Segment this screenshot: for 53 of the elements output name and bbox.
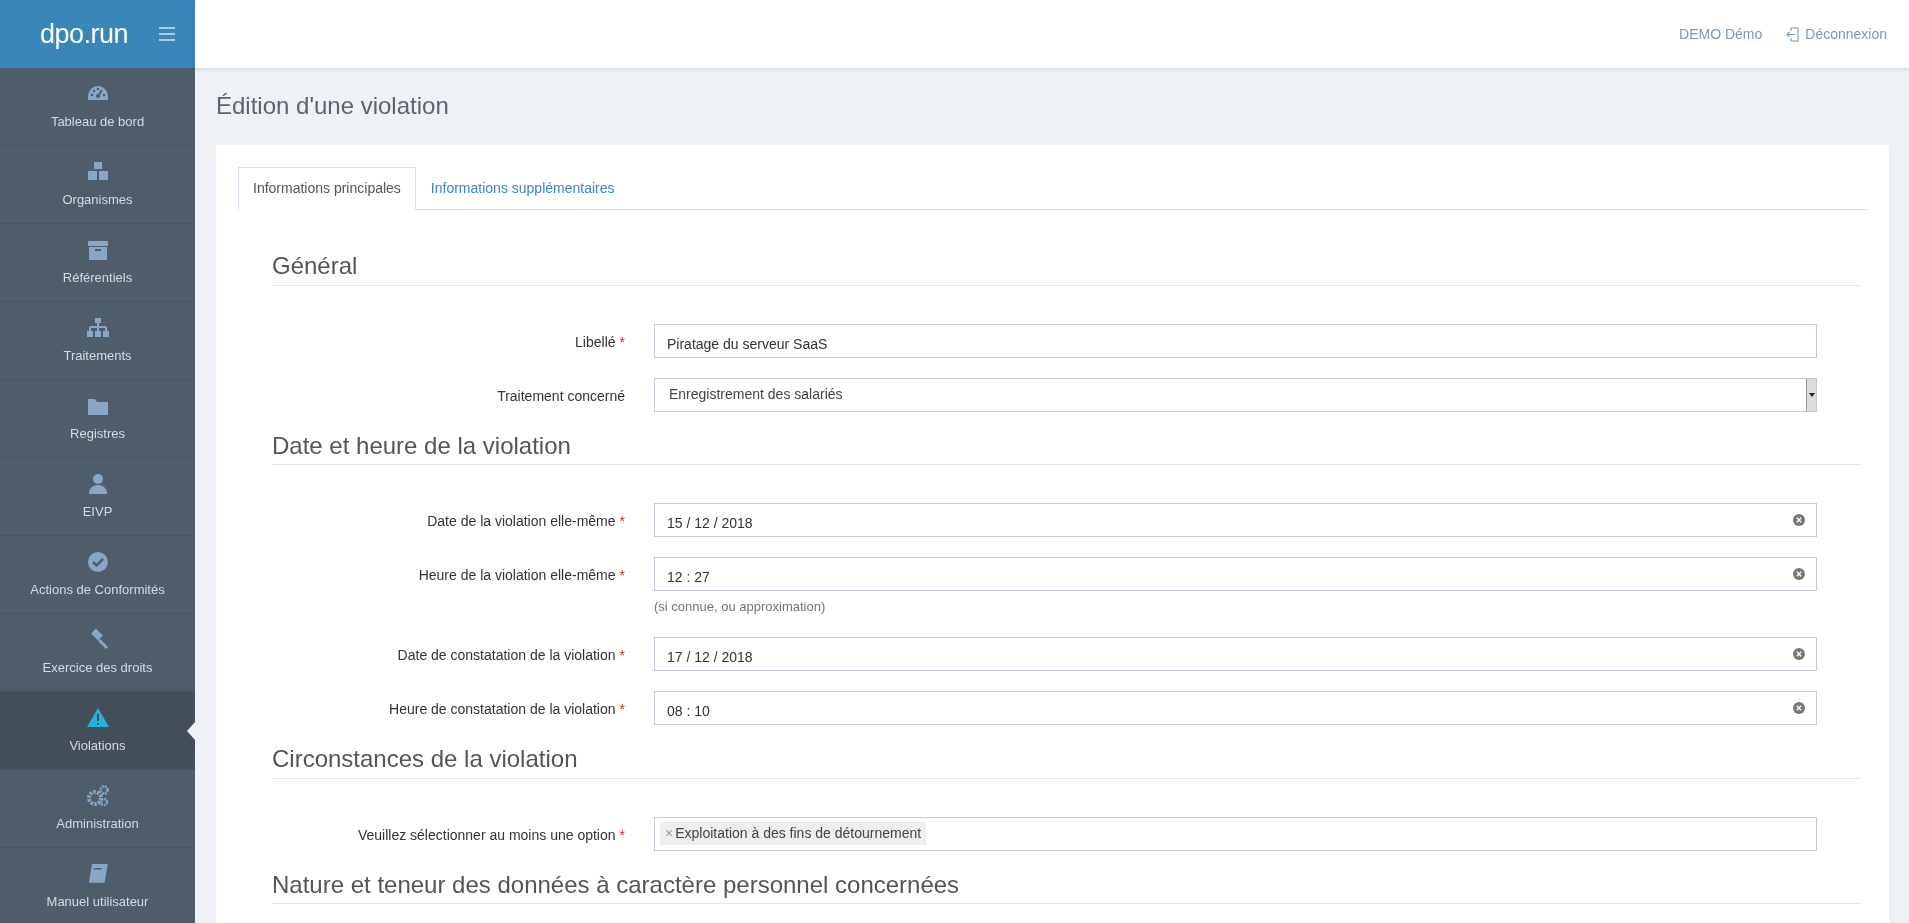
gears-icon: [85, 783, 110, 808]
section-heading: Général: [272, 251, 1861, 286]
clear-icon[interactable]: [1793, 514, 1805, 527]
caret-icon: [1806, 378, 1816, 411]
date-field[interactable]: 15 / 12 / 2018: [654, 503, 1817, 538]
sidebar-item[interactable]: EIVP: [0, 458, 195, 536]
logo: dpo.run: [40, 17, 129, 51]
page-title: Édition d'une violation: [216, 92, 450, 121]
menu-icon[interactable]: [159, 27, 175, 41]
field-label: Libellé: [575, 332, 616, 352]
required-marker: *: [619, 566, 625, 586]
tag-label: Exploitation à des fins de détournement: [675, 824, 922, 844]
field-label: Heure de constatation de la violation: [389, 699, 616, 719]
field-label: Heure de la violation elle-même: [418, 566, 616, 586]
section-heading: Circonstances de la violation: [272, 744, 1861, 779]
section-heading: Date et heure de la violation: [272, 431, 1861, 466]
logout-icon: [1786, 26, 1800, 42]
sidebar-item[interactable]: Organismes: [0, 146, 195, 224]
sidebar-item[interactable]: Registres: [0, 380, 195, 458]
sidebar-item[interactable]: Référentiels: [0, 224, 195, 302]
required-marker: *: [619, 825, 625, 845]
required-marker: *: [619, 512, 625, 532]
clear-icon[interactable]: [1793, 568, 1805, 581]
sidebar-item[interactable]: Administration: [0, 770, 195, 848]
sidebar-item[interactable]: Tableau de bord: [0, 68, 195, 146]
section-heading: Nature et teneur des données à caractère personnel concernées: [272, 870, 1861, 905]
required-marker: *: [619, 699, 625, 719]
field-label: Veuillez sélectionner au moins une option: [357, 825, 616, 845]
required-marker: *: [619, 332, 625, 352]
select-field[interactable]: Enregistrement des salariés: [654, 377, 1817, 412]
active-indicator: [187, 721, 195, 740]
tab[interactable]: Informations supplémentaires: [415, 166, 630, 210]
user-link[interactable]: DEMO Démo: [1679, 23, 1763, 45]
tab[interactable]: Informations principales: [238, 166, 416, 210]
sitemap-icon: [85, 315, 110, 340]
field-label: Traitement concerné: [497, 386, 625, 406]
date-field[interactable]: 12 : 27: [654, 557, 1817, 592]
sidebar-item[interactable]: Violations: [0, 692, 195, 770]
sidebar-item[interactable]: Traitements: [0, 302, 195, 380]
tags-field[interactable]: ×Exploitation à des fins de détournement: [654, 816, 1817, 851]
help-text: (si connue, ou approximation): [654, 598, 827, 617]
text-field[interactable]: Piratage du serveur SaaS: [654, 323, 1817, 358]
required-marker: *: [619, 645, 625, 665]
check-circle-icon: [85, 549, 110, 574]
sidebar-item[interactable]: Manuel utilisateur: [0, 848, 195, 923]
sidebar-item[interactable]: Actions de Conformités: [0, 536, 195, 614]
clear-icon[interactable]: [1793, 647, 1805, 660]
field-label: Date de constatation de la violation: [397, 645, 616, 665]
field-label: Date de la violation elle-même: [427, 512, 616, 532]
date-field[interactable]: 17 / 12 / 2018: [654, 636, 1817, 671]
logout-link[interactable]: Déconnexion: [1786, 23, 1887, 45]
date-field[interactable]: 08 : 10: [654, 690, 1817, 725]
clear-icon[interactable]: [1793, 701, 1805, 714]
